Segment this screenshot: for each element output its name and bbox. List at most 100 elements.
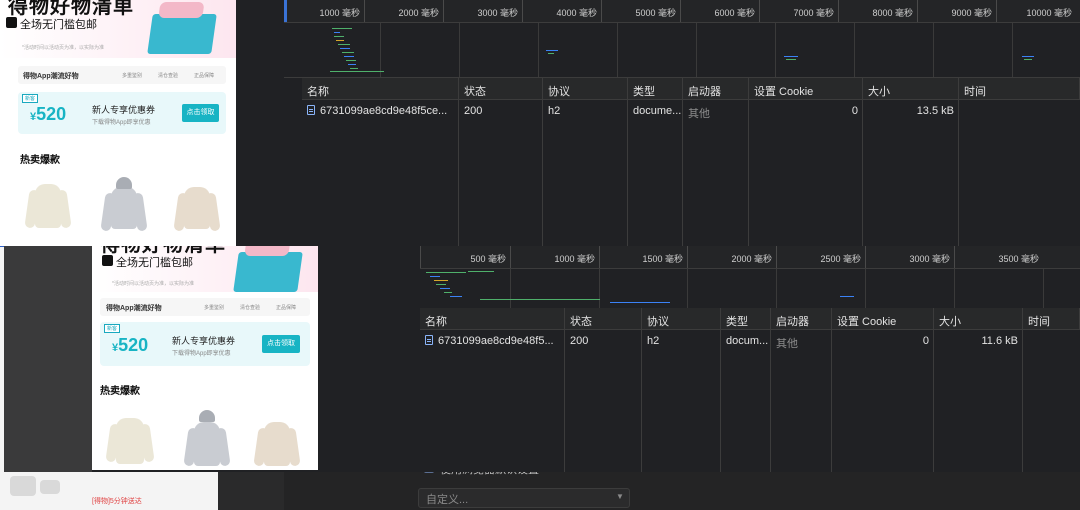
coupon-title: 新人专享优惠券 xyxy=(92,105,156,115)
brand-logo-icon xyxy=(6,17,17,28)
ruler-tick: 3000 毫秒 xyxy=(443,0,522,22)
request-size: 13.5 kB xyxy=(916,105,954,117)
column-header-status[interactable]: 状态 xyxy=(459,78,543,100)
overview-gridline xyxy=(459,23,460,77)
column-header-status[interactable]: 状态 xyxy=(565,308,642,330)
overview-gridline xyxy=(954,269,955,308)
column-header-size[interactable]: 大小 xyxy=(863,78,959,100)
overview-gridline xyxy=(380,23,381,77)
bottom-window-left-gutter xyxy=(4,246,92,472)
timeline-overview[interactable] xyxy=(420,269,1080,309)
gift-box-image xyxy=(147,14,217,54)
overview-gridline xyxy=(865,269,866,308)
claim-coupon-button[interactable]: 点击领取 xyxy=(182,104,219,122)
product-jacket-cream[interactable] xyxy=(116,418,144,464)
timeline-ruler: 1000 毫秒 2000 毫秒 3000 毫秒 4000 毫秒 5000 毫秒 … xyxy=(284,0,1080,23)
overview-gridline xyxy=(776,269,777,308)
product-jacket-grey[interactable] xyxy=(111,187,137,229)
product-jacket-cream[interactable] xyxy=(35,184,61,228)
coupon-desc: 下载得物App即享优惠 xyxy=(172,351,231,357)
column-header-protocol[interactable]: 协议 xyxy=(642,308,721,330)
hero-subtitle: 全场无门槛包邮 xyxy=(20,19,97,31)
request-set-cookie: 0 xyxy=(851,105,858,117)
brand-tag-3: 正品保障 xyxy=(276,305,297,311)
column-header-set-cookie[interactable]: 设置 Cookie xyxy=(832,308,934,330)
coupon-value: 520 xyxy=(118,335,149,355)
ruler-tick: 7000 毫秒 xyxy=(759,0,838,22)
request-time xyxy=(959,100,1080,122)
overview-gridline xyxy=(1043,269,1044,308)
ruler-tick: 2500 毫秒 xyxy=(776,246,865,268)
column-header-time[interactable]: 时间 xyxy=(959,78,1080,100)
request-type: docume... xyxy=(633,105,682,117)
request-status: 200 xyxy=(570,335,589,347)
document-icon xyxy=(307,105,315,115)
hood-image xyxy=(199,410,215,422)
coupon-value: 520 xyxy=(36,104,67,124)
column-header-initiator[interactable]: 启动器 xyxy=(683,78,749,100)
coupon-badge: 新客 xyxy=(22,94,39,103)
ruler-tick: 1000 毫秒 xyxy=(284,0,364,22)
bottom-window: 得物好物清单 全场无门槛包邮 *活动时间以活动页为准，以实际为准 得物App潮流… xyxy=(4,246,1080,472)
top-window: 得物好物清单 全场无门槛包邮 *活动时间以活动页为准，以实际为准 得物App潮流… xyxy=(0,0,1080,247)
brand-name: 得物App潮流好物 xyxy=(23,73,79,80)
coupon-desc: 下载得物App即享优惠 xyxy=(92,120,151,126)
top-devtools-network: 1000 毫秒 2000 毫秒 3000 毫秒 4000 毫秒 5000 毫秒 … xyxy=(284,0,1080,246)
claim-coupon-button[interactable]: 点击领取 xyxy=(262,335,300,353)
overview-gridline xyxy=(775,23,776,77)
chevron-down-icon: ▼ xyxy=(616,492,624,501)
column-header-initiator[interactable]: 启动器 xyxy=(771,308,832,330)
overview-gridline xyxy=(538,23,539,77)
ruler-tick: 2000 毫秒 xyxy=(364,0,443,22)
request-set-cookie: 0 xyxy=(922,335,929,347)
request-name-cell[interactable]: 6731099ae8cd9e48f5ce... xyxy=(302,100,459,122)
ruler-tick: 1000 毫秒 xyxy=(510,246,599,268)
ruler-tick: 6000 毫秒 xyxy=(680,0,759,22)
column-header-protocol[interactable]: 协议 xyxy=(543,78,628,100)
top-phone-preview[interactable]: 得物好物清单 全场无门槛包邮 *活动时间以活动页为准，以实际为准 得物App潮流… xyxy=(0,0,236,246)
column-header-set-cookie[interactable]: 设置 Cookie xyxy=(749,78,863,100)
column-header-type[interactable]: 类型 xyxy=(628,78,683,100)
column-header-name[interactable]: 名称 xyxy=(302,78,459,100)
request-name: 6731099ae8cd9e48f5... xyxy=(438,335,554,347)
requests-table: 名称 状态 协议 类型 启动器 设置 Cookie 大小 时间 6731099a… xyxy=(302,78,1080,246)
brand-logo-icon xyxy=(102,255,113,266)
column-header-time[interactable]: 时间 xyxy=(1023,308,1080,330)
bottom-devtools-network: 500 毫秒 1000 毫秒 1500 毫秒 2000 毫秒 2500 毫秒 3… xyxy=(420,246,1080,472)
hot-items-title: 热卖爆款 xyxy=(100,386,140,397)
ruler-tick: 8000 毫秒 xyxy=(838,0,917,22)
product-jacket-beige[interactable] xyxy=(184,187,210,229)
hood-image xyxy=(116,177,132,189)
timeline-selection-handle[interactable] xyxy=(284,0,287,22)
timeline-overview[interactable] xyxy=(284,23,1080,78)
coupon-amount: ¥520 xyxy=(112,335,148,356)
ruler-tick: 9000 毫秒 xyxy=(917,0,996,22)
product-jacket-grey[interactable] xyxy=(194,422,220,466)
request-name-cell[interactable]: 6731099ae8cd9e48f5... xyxy=(420,330,565,352)
brand-name: 得物App潮流好物 xyxy=(106,305,162,312)
overview-gridline xyxy=(933,23,934,77)
request-size: 11.6 kB xyxy=(981,335,1019,347)
request-initiator: 其他 xyxy=(776,338,798,350)
request-name: 6731099ae8cd9e48f5ce... xyxy=(320,105,448,117)
timeline-ruler: 500 毫秒 1000 毫秒 1500 毫秒 2000 毫秒 2500 毫秒 3… xyxy=(420,246,1080,269)
request-status: 200 xyxy=(464,105,483,117)
ruler-tick: 5000 毫秒 xyxy=(601,0,680,22)
ruler-tick: 1500 毫秒 xyxy=(599,246,687,268)
custom-throttle-select-label: 自定义... xyxy=(426,494,469,506)
gift-box-image xyxy=(233,252,303,292)
column-header-type[interactable]: 类型 xyxy=(721,308,771,330)
ruler-tick: 3000 毫秒 xyxy=(865,246,954,268)
overview-gridline xyxy=(854,23,855,77)
hero-subtitle: 全场无门槛包邮 xyxy=(116,257,193,269)
column-header-size[interactable]: 大小 xyxy=(934,308,1023,330)
coupon-badge: 新客 xyxy=(104,324,121,333)
requests-table: 名称 状态 协议 类型 启动器 设置 Cookie 大小 时间 6731099a… xyxy=(420,308,1080,472)
column-header-name[interactable]: 名称 xyxy=(420,308,565,330)
bottom-phone-preview[interactable]: 得物好物清单 全场无门槛包邮 *活动时间以活动页为准，以实际为准 得物App潮流… xyxy=(92,246,318,470)
brand-tag-1: 多重鉴别 xyxy=(122,73,143,79)
product-jacket-beige[interactable] xyxy=(264,422,290,466)
brand-tag-1: 多重鉴别 xyxy=(204,305,225,311)
hero-note: *活动时间以活动页为准，以实际为准 xyxy=(22,45,104,51)
background-promo-text: [得物]5分钟送达 xyxy=(92,498,142,505)
